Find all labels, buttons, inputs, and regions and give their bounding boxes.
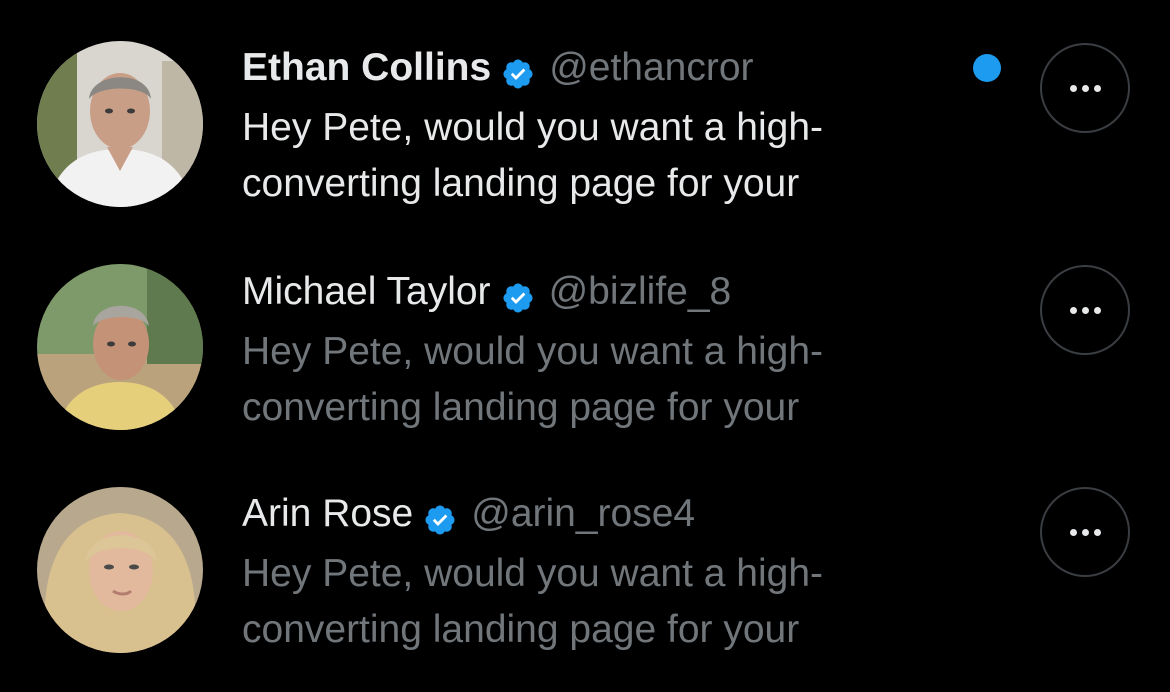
- more-options-button[interactable]: [1040, 487, 1130, 577]
- more-horizontal-icon: [1069, 84, 1101, 92]
- user-handle: @bizlife_8: [548, 270, 732, 313]
- name-line: Arin Rose @arin_rose4: [242, 486, 695, 542]
- display-name[interactable]: Arin Rose: [242, 486, 413, 542]
- more-horizontal-icon: [1069, 306, 1101, 314]
- avatar[interactable]: [37, 41, 203, 207]
- user-handle: @arin_rose4: [471, 492, 696, 535]
- avatar[interactable]: [37, 487, 203, 653]
- unread-dot-icon: [973, 54, 1001, 82]
- conversation-list: Ethan Collins @ethancror Hey Pete, would…: [0, 0, 1170, 692]
- verified-badge-icon: [501, 51, 535, 89]
- message-preview: Hey Pete, would you want a high- convert…: [242, 100, 942, 212]
- name-line: Ethan Collins @ethancror: [242, 40, 754, 96]
- conversation-row[interactable]: Arin Rose @arin_rose4 Hey Pete, would yo…: [0, 444, 1170, 666]
- more-options-button[interactable]: [1040, 43, 1130, 133]
- preview-line: converting landing page for your: [242, 386, 800, 429]
- display-name[interactable]: Michael Taylor: [242, 264, 491, 320]
- preview-line: converting landing page for your: [242, 162, 800, 205]
- preview-line: Hey Pete, would you want a high-: [242, 330, 824, 373]
- verified-badge-icon: [501, 275, 535, 313]
- name-line: Michael Taylor @bizlife_8: [242, 264, 731, 320]
- preview-line: converting landing page for your: [242, 608, 800, 651]
- preview-line: Hey Pete, would you want a high-: [242, 552, 824, 595]
- verified-badge-icon: [423, 497, 457, 535]
- message-preview: Hey Pete, would you want a high- convert…: [242, 546, 942, 658]
- user-handle: @ethancror: [549, 46, 754, 89]
- avatar[interactable]: [37, 264, 203, 430]
- conversation-row[interactable]: Michael Taylor @bizlife_8 Hey Pete, woul…: [0, 222, 1170, 444]
- message-preview: Hey Pete, would you want a high- convert…: [242, 324, 942, 436]
- conversation-row[interactable]: Ethan Collins @ethancror Hey Pete, would…: [0, 0, 1170, 222]
- more-options-button[interactable]: [1040, 265, 1130, 355]
- preview-line: Hey Pete, would you want a high-: [242, 106, 824, 149]
- more-horizontal-icon: [1069, 528, 1101, 536]
- display-name[interactable]: Ethan Collins: [242, 40, 491, 96]
